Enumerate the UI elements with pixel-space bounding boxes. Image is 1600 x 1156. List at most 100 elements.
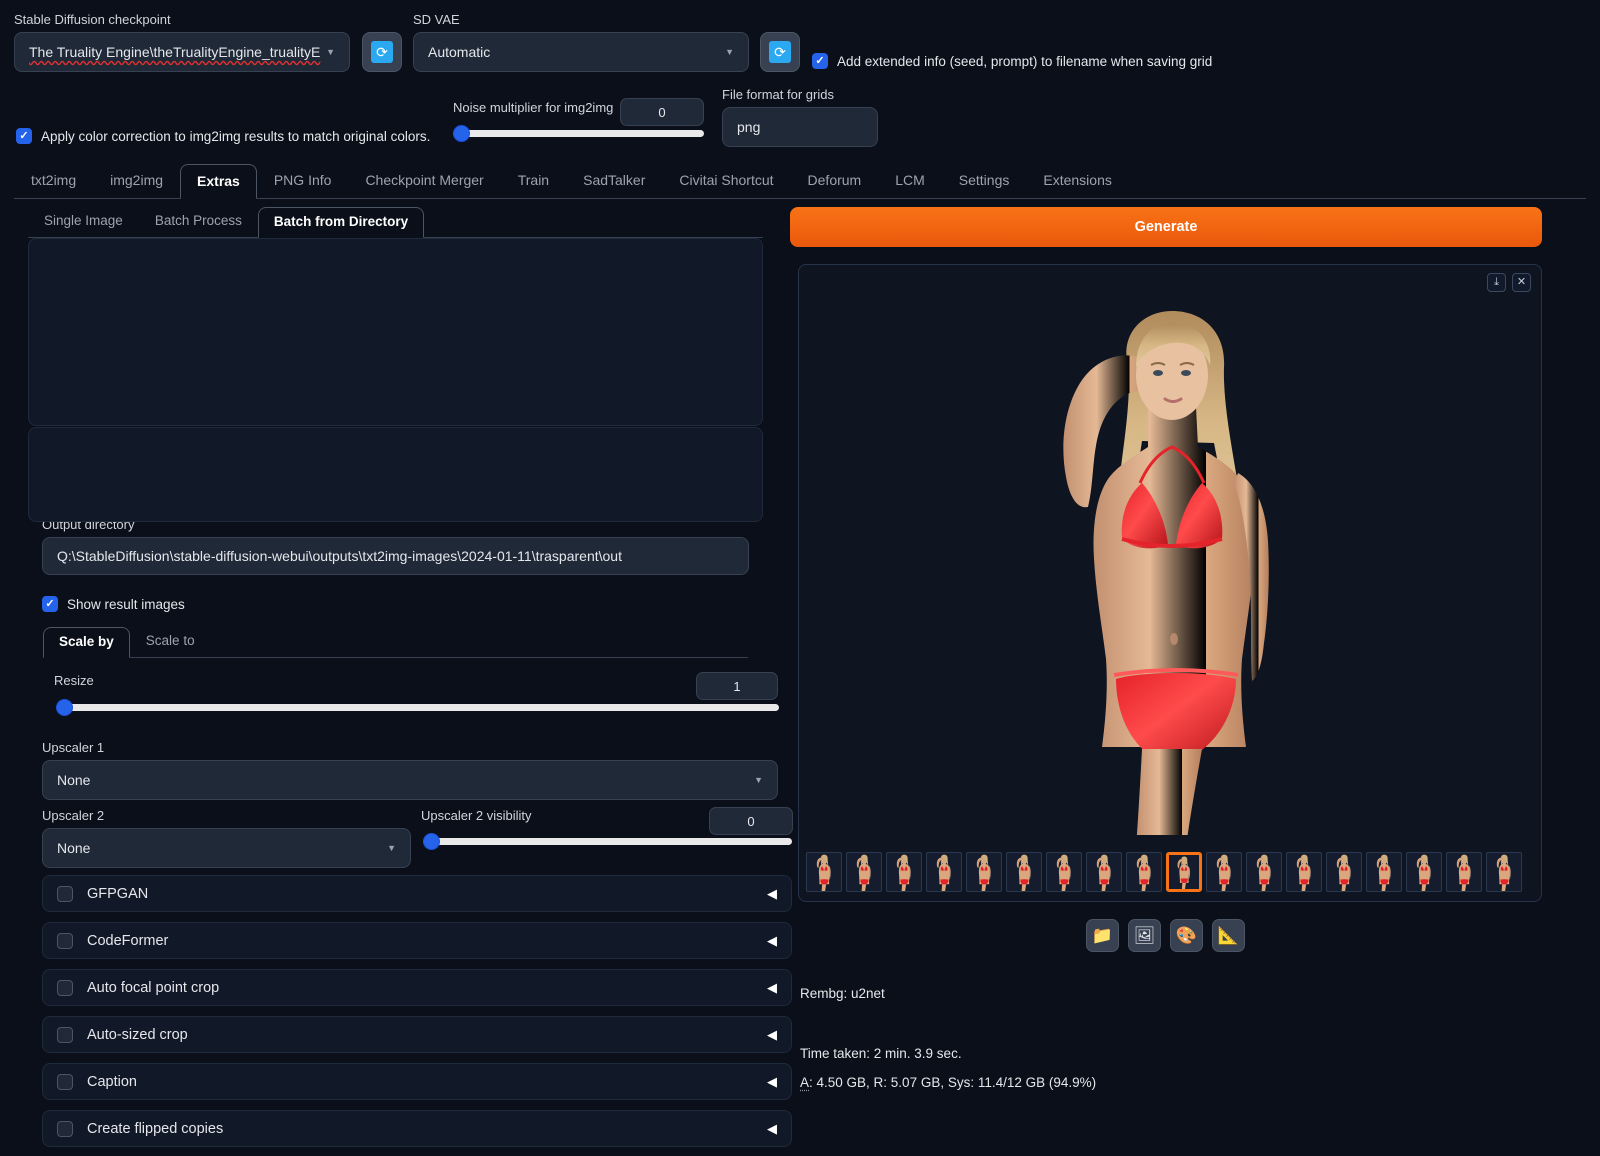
resize-slider[interactable] [56,698,779,716]
accordion-auto-sized-crop[interactable]: Auto-sized crop ◀ [42,1016,792,1053]
checkpoint-value: The Truality Engine\theTrualityEngine_tr… [29,44,321,60]
accordion-label: Create flipped copies [87,1120,224,1137]
chevron-left-icon[interactable]: ◀ [767,1028,777,1041]
thumbnail-strip[interactable] [806,850,1534,894]
show-result-images-label: Show result images [67,596,185,612]
resize-value[interactable]: 1 [696,672,778,700]
thumbnail-figure [1216,854,1231,891]
thumbnail-item[interactable] [1246,852,1282,892]
subtab-scale-by[interactable]: Scale by [43,627,130,658]
thumbnail-item[interactable] [886,852,922,892]
vae-label: SD VAE [413,12,460,27]
color-correction-checkbox[interactable] [16,128,32,144]
folder-icon[interactable]: 📁 [1086,919,1119,952]
thumbnail-item[interactable] [1486,852,1522,892]
palette-icon[interactable]: 🎨 [1170,919,1203,952]
tab-deforum[interactable]: Deforum [791,163,879,198]
vae-refresh-button[interactable]: ⟳ [760,32,800,72]
tab-extras[interactable]: Extras [180,164,257,199]
tab-sadtalker[interactable]: SadTalker [566,163,662,198]
extended-info-checkbox-row[interactable]: Add extended info (seed, prompt) to file… [812,53,1212,69]
tab-civitai-shortcut[interactable]: Civitai Shortcut [662,163,790,198]
thumbnail-item[interactable] [1206,852,1242,892]
accordion-create-flipped-copies[interactable]: Create flipped copies ◀ [42,1110,792,1147]
slider-knob[interactable] [453,124,470,142]
slider-knob[interactable] [56,698,73,716]
thumbnail-item[interactable] [926,852,962,892]
generate-button[interactable]: Generate [790,207,1542,247]
thumbnail-item[interactable] [1446,852,1482,892]
refresh-icon: ⟳ [769,41,791,63]
thumbnail-item[interactable] [1006,852,1042,892]
caption-checkbox[interactable] [57,1073,73,1090]
tab-checkpoint-merger[interactable]: Checkpoint Merger [348,163,500,198]
slider-knob[interactable] [423,832,440,850]
upscaler1-value: None [57,772,91,788]
thumbnail-item[interactable] [1366,852,1402,892]
image-icon[interactable]: 🖼 [1128,919,1161,952]
thumbnail-item[interactable] [846,852,882,892]
checkpoint-refresh-button[interactable]: ⟳ [362,32,402,72]
upscaler1-dropdown[interactable]: None ▼ [42,760,778,800]
vae-dropdown[interactable]: Automatic ▼ [413,32,749,72]
codeformer-checkbox[interactable] [57,932,73,949]
main-tabbar: txt2img img2img Extras PNG Info Checkpoi… [14,163,1586,199]
thumbnail-item[interactable] [1046,852,1082,892]
tab-train[interactable]: Train [501,163,566,198]
auto-sized-crop-checkbox[interactable] [57,1026,73,1043]
tab-extensions[interactable]: Extensions [1026,163,1128,198]
upscaler2-dropdown[interactable]: None ▼ [42,828,411,868]
ruler-icon[interactable]: 📐 [1212,919,1245,952]
file-format-label: File format for grids [722,87,834,102]
thumbnail-figure [1296,854,1311,891]
chevron-left-icon[interactable]: ◀ [767,1075,777,1088]
thumbnail-item[interactable] [1326,852,1362,892]
thumbnail-item[interactable] [1166,852,1202,892]
subtab-batch-process[interactable]: Batch Process [139,206,258,237]
noise-multiplier-slider[interactable] [453,124,704,142]
thumbnail-item[interactable] [966,852,1002,892]
thumbnail-item[interactable] [1286,852,1322,892]
status-memory: A: 4.50 GB, R: 5.07 GB, Sys: 11.4/12 GB … [800,1075,1096,1090]
status-memory-prefix: A [800,1075,810,1090]
gfpgan-checkbox[interactable] [57,885,73,902]
tab-settings[interactable]: Settings [942,163,1027,198]
accordion-label: CodeFormer [87,932,169,949]
extended-info-checkbox[interactable] [812,53,828,69]
output-directory-field[interactable]: Q:\StableDiffusion\stable-diffusion-webu… [42,537,749,575]
generated-image-preview[interactable] [799,287,1541,835]
tab-png-info[interactable]: PNG Info [257,163,349,198]
upscaler2-visibility-slider[interactable] [423,832,792,850]
upscaler2-visibility-value[interactable]: 0 [709,807,793,835]
accordion-auto-focal-point-crop[interactable]: Auto focal point crop ◀ [42,969,792,1006]
thumbnail-item[interactable] [1406,852,1442,892]
thumbnail-item[interactable] [1126,852,1162,892]
create-flipped-copies-checkbox[interactable] [57,1120,73,1137]
file-format-input[interactable]: png [722,107,878,147]
auto-focal-point-crop-checkbox[interactable] [57,979,73,996]
tab-txt2img[interactable]: txt2img [14,163,93,198]
stable-diffusion-webui: Stable Diffusion checkpoint The Truality… [0,0,1600,1156]
tab-img2img[interactable]: img2img [93,163,180,198]
chevron-left-icon[interactable]: ◀ [767,981,777,994]
color-correction-checkbox-row[interactable]: Apply color correction to img2img result… [16,128,430,144]
subtab-scale-to[interactable]: Scale to [130,626,211,657]
subtab-batch-from-directory[interactable]: Batch from Directory [257,207,425,238]
checkpoint-dropdown[interactable]: The Truality Engine\theTrualityEngine_tr… [14,32,350,72]
accordion-caption[interactable]: Caption ◀ [42,1063,792,1100]
accordion-gfpgan[interactable]: GFPGAN ◀ [42,875,792,912]
extras-right-panel: Generate ⤓ ✕ 📁 🖼 🎨 📐 Rembg: u2net Time t… [790,199,1586,1144]
chevron-left-icon[interactable]: ◀ [767,887,777,900]
slider-track [423,837,792,845]
chevron-left-icon[interactable]: ◀ [767,1122,777,1135]
noise-multiplier-value[interactable]: 0 [620,98,704,126]
thumbnail-item[interactable] [1086,852,1122,892]
thumbnail-item[interactable] [806,852,842,892]
show-result-images-checkbox[interactable] [42,596,58,612]
accordion-codeformer[interactable]: CodeFormer ◀ [42,922,792,959]
accordion-label: GFPGAN [87,885,149,902]
show-result-images-row[interactable]: Show result images [42,596,185,612]
subtab-single-image[interactable]: Single Image [28,206,139,237]
chevron-left-icon[interactable]: ◀ [767,934,777,947]
tab-lcm[interactable]: LCM [878,163,942,198]
